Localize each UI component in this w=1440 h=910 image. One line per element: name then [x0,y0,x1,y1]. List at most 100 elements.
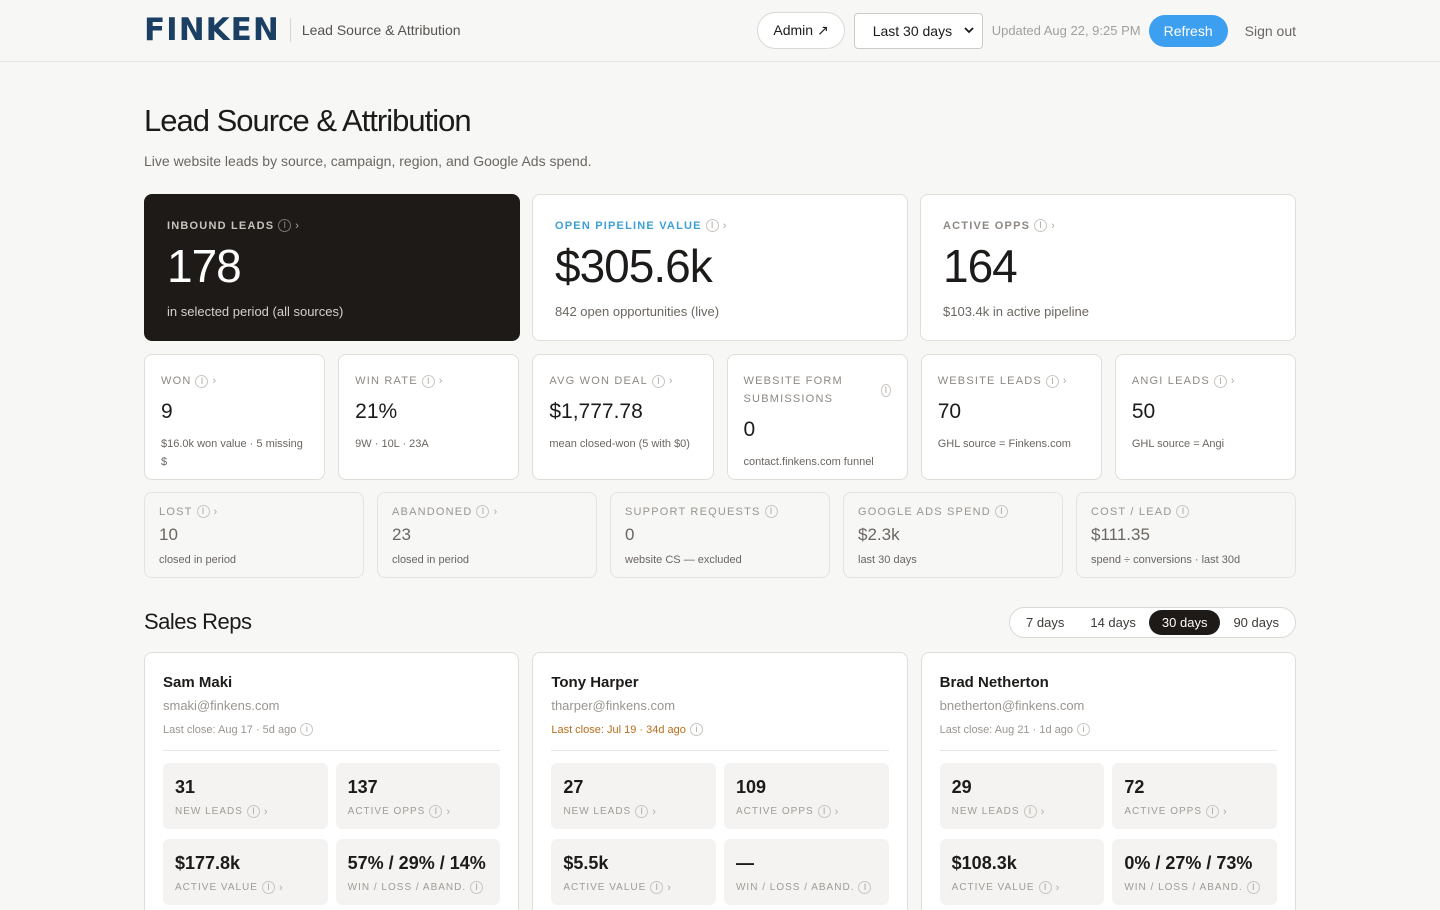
new-leads-kpi[interactable]: 31 New Leads i › [163,763,328,829]
rep-email[interactable]: smaki@finkens.com [163,698,500,713]
card-label: Website Form Submissions i [744,372,891,408]
active-value-kpi[interactable]: $5.5k Active Value i › [551,839,716,905]
range-7-days[interactable]: 7 days [1013,610,1077,635]
page-title: Lead Source & Attribution [144,103,472,138]
info-icon[interactable]: i [278,219,292,232]
open-pipeline-card[interactable]: Open Pipeline Value i › $305.6k 842 open o… [532,194,908,341]
win-loss-kpi[interactable]: 0% / 27% / 73% Win / Loss / Aband. i [1112,839,1277,905]
info-icon[interactable]: i [858,881,872,894]
rep-kpis: 29 New Leads i › 72 Active Opps i › $108.3k Act… [939,763,1277,905]
info-icon[interactable]: i [651,374,665,388]
active-opps-kpi[interactable]: 137 Active Opps i › [335,763,501,829]
chevron-right-icon: › [446,805,452,818]
card-note: last 30 days [858,554,917,566]
info-icon[interactable]: i [817,805,831,818]
angi-leads-card[interactable]: Angi Leads i › 50 GHL source = Angi [1114,354,1297,480]
inbound-leads-card[interactable]: Inbound Leads i › 178 in selected period (… [144,194,520,341]
range-14-days[interactable]: 14 days [1077,610,1149,635]
info-icon[interactable]: i [261,881,275,894]
kpi-value: 57% / 29% / 14% [347,853,486,873]
info-icon[interactable]: i [994,505,1008,518]
app-subtitle: Lead Source & Attribution [301,22,461,38]
active-value-kpi[interactable]: $177.8k Active Value i › [163,839,328,905]
kpi-label: Active Opps i › [735,805,840,818]
new-leads-kpi[interactable]: 29 New Leads i › [939,763,1105,829]
rep-last-close: Last close: Aug 21 · 1d ago i [940,723,1277,736]
card-value: 178 [167,240,242,292]
card-value: 70 [937,400,962,423]
kpi-value: $108.3k [951,853,1017,873]
info-icon[interactable]: i [246,805,260,818]
card-note: spend ÷ conversions · last 30d [1091,554,1241,566]
rep-card: Brad Netherton bnetherton@finkens.com La… [920,652,1296,910]
admin-button[interactable]: Admin ↗ [757,12,845,49]
info-icon[interactable]: i [881,383,891,397]
info-icon[interactable]: i [196,505,210,518]
kpi-label: Active Value i › [951,881,1061,894]
win-loss-kpi[interactable]: 57% / 29% / 14% Win / Loss / Aband. i [335,839,501,905]
active-opps-kpi[interactable]: 72 Active Opps i › [1112,763,1277,829]
info-icon[interactable]: i [1034,219,1048,232]
kpi-label: Active Value i › [563,881,672,894]
range-30-days[interactable]: 30 days [1148,609,1221,635]
divider [551,750,889,751]
won-card[interactable]: Won i › 9 $16.0k won value · 5 missing $ [144,354,326,480]
rep-email[interactable]: bnetherton@finkens.com [940,698,1277,713]
info-icon[interactable]: i [421,374,435,388]
card-label: Avg Won Deal i › [549,372,696,390]
win-rate-card[interactable]: Win Rate i › 21% 9W · 10L · 23A [338,354,520,480]
support-requests-card[interactable]: Support Requests i 0 website CS — exclude… [610,492,830,578]
chevron-right-icon: › [213,505,219,518]
new-leads-kpi[interactable]: 27 New Leads i › [551,763,716,829]
chevron-right-icon: › [1230,375,1236,387]
range-90-days[interactable]: 90 days [1220,610,1292,635]
active-value-kpi[interactable]: $108.3k Active Value i › [939,839,1105,905]
info-icon[interactable]: i [429,805,443,818]
info-icon[interactable]: i [635,805,649,818]
avg-won-deal-card[interactable]: Avg Won Deal i › $1,777.78 mean closed-won… [532,354,714,480]
kpi-label: Win / Loss / Aband. i [348,881,489,894]
refresh-button[interactable]: Refresh [1148,14,1228,47]
card-note: mean closed-won (5 with $0) [549,438,690,450]
period-select[interactable]: Last 30 days [853,12,983,49]
active-opps-card[interactable]: Active Opps i › 164 $103.4k in active pipe… [920,194,1296,341]
range-toggle: 7 days 14 days 30 days 90 days [1009,606,1296,638]
website-form-submissions-card[interactable]: Website Form Submissions i 0 contact.fink… [726,354,908,480]
info-icon[interactable]: i [1045,374,1059,388]
sign-out-link[interactable]: Sign out [1245,23,1296,39]
info-icon[interactable]: i [650,881,664,894]
active-opps-kpi[interactable]: 109 Active Opps i › [723,763,889,829]
chevron-right-icon: › [652,805,657,818]
info-icon[interactable]: i [470,881,484,894]
cost-per-lead-card[interactable]: Cost / Lead i $111.35 spend ÷ conversions… [1076,492,1296,578]
kpi-value: — [735,853,754,873]
info-icon[interactable]: i [195,374,209,388]
info-icon[interactable]: i [1176,505,1190,518]
info-icon[interactable]: i [1206,805,1219,818]
info-icon[interactable]: i [705,219,719,232]
info-icon[interactable]: i [1076,723,1090,736]
card-label: Website Leads i › [938,372,1085,390]
info-icon[interactable]: i [300,723,314,736]
card-note: closed in period [392,554,470,566]
win-loss-kpi[interactable]: — Win / Loss / Aband. i [723,839,889,905]
chevron-right-icon: › [295,219,301,232]
info-icon[interactable]: i [764,505,778,518]
finken-logo[interactable]: FINKEN [144,14,280,46]
abandoned-card[interactable]: Abandoned i › 23 closed in period [377,492,597,578]
divider [939,750,1277,751]
lost-card[interactable]: Lost i › 10 closed in period [144,492,364,578]
info-icon[interactable]: i [1038,881,1052,894]
card-note: $16.0k won value · 5 missing $ [161,438,303,468]
info-icon[interactable]: i [1023,805,1037,818]
chevron-right-icon: › [668,375,674,387]
kpi-value: 109 [735,777,767,797]
info-icon[interactable]: i [1213,374,1227,388]
info-icon[interactable]: i [689,723,703,736]
rep-email[interactable]: tharper@finkens.com [551,698,888,713]
website-leads-card[interactable]: Website Leads i › 70 GHL source = Finkens.… [920,354,1102,480]
info-icon[interactable]: i [1246,881,1260,894]
info-icon[interactable]: i [476,505,490,518]
chevron-right-icon: › [722,219,728,232]
google-ads-spend-card[interactable]: Google Ads Spend i $2.3k last 30 days [843,492,1063,578]
